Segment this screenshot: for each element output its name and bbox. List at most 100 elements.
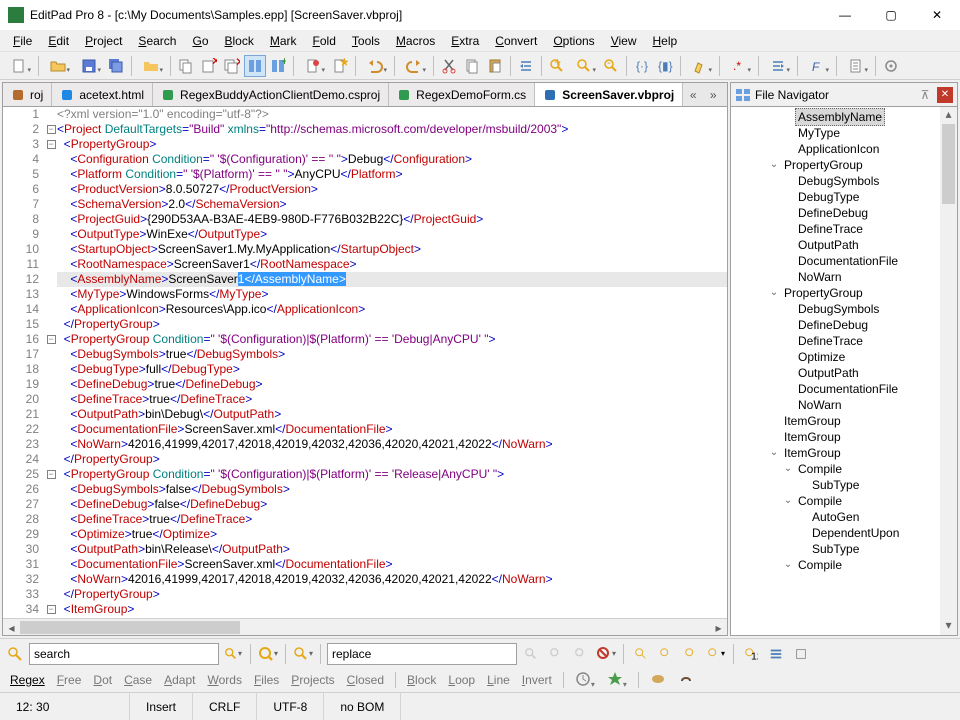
- nav-item[interactable]: MyType: [731, 125, 940, 141]
- nav-item[interactable]: DebugSymbols: [731, 301, 940, 317]
- help-button[interactable]: [674, 670, 698, 691]
- find-next-button[interactable]: ▾: [222, 643, 244, 665]
- nav-item[interactable]: DefineDebug: [731, 205, 940, 221]
- tab-next-button[interactable]: »: [703, 84, 723, 106]
- zoom-out-button[interactable]: -: [600, 55, 622, 77]
- menu-search[interactable]: Search: [131, 32, 183, 50]
- option-projects[interactable]: Projects: [287, 672, 338, 688]
- scroll-left-icon[interactable]: ◂: [3, 619, 20, 636]
- menu-file[interactable]: File: [6, 32, 39, 50]
- minimize-button[interactable]: —: [822, 0, 868, 30]
- nav-item[interactable]: DebugType: [731, 189, 940, 205]
- nav-next-button[interactable]: [680, 643, 702, 665]
- nav-item[interactable]: ⌄Compile: [731, 493, 940, 509]
- menu-macros[interactable]: Macros: [389, 32, 442, 50]
- menu-help[interactable]: Help: [646, 32, 685, 50]
- menu-fold[interactable]: Fold: [306, 32, 343, 50]
- new-file-button[interactable]: [4, 55, 34, 77]
- nav-item[interactable]: DebugSymbols: [731, 173, 940, 189]
- search-icon[interactable]: [4, 643, 26, 665]
- nav-prev-button[interactable]: [655, 643, 677, 665]
- nav-item[interactable]: ItemGroup: [731, 413, 940, 429]
- copy-results-button[interactable]: [790, 643, 812, 665]
- nav-item[interactable]: ⌄PropertyGroup: [731, 285, 940, 301]
- bookmark-star-button[interactable]: ★: [329, 55, 351, 77]
- nav-item[interactable]: ApplicationIcon: [731, 141, 940, 157]
- scroll-right-icon[interactable]: ▸: [710, 619, 727, 636]
- editor[interactable]: 1234567891011121314151617181920212223242…: [3, 107, 727, 618]
- code-area[interactable]: <?xml version="1.0" encoding="utf-8"?><P…: [57, 107, 727, 618]
- nav-item[interactable]: DocumentationFile: [731, 253, 940, 269]
- find-all-button[interactable]: ▾: [292, 643, 314, 665]
- option-invert[interactable]: Invert: [518, 672, 556, 688]
- nav-item[interactable]: DefineTrace: [731, 221, 940, 237]
- tab-list-button[interactable]: ≡: [723, 84, 727, 106]
- nav-item[interactable]: AssemblyName: [731, 109, 940, 125]
- nav-item[interactable]: OutputPath: [731, 237, 940, 253]
- nav-item[interactable]: DefineTrace: [731, 333, 940, 349]
- option-closed[interactable]: Closed: [343, 672, 388, 688]
- menu-convert[interactable]: Convert: [488, 32, 544, 50]
- scroll-thumb[interactable]: [20, 621, 240, 634]
- settings-button[interactable]: [880, 55, 902, 77]
- highlight-button[interactable]: [685, 55, 715, 77]
- nav-item[interactable]: NoWarn: [731, 397, 940, 413]
- menu-go[interactable]: Go: [185, 32, 215, 50]
- menu-view[interactable]: View: [604, 32, 644, 50]
- tab-3[interactable]: RegexDemoForm.cs: [389, 83, 535, 106]
- zoom-in-button[interactable]: +: [546, 55, 568, 77]
- menu-tools[interactable]: Tools: [345, 32, 387, 50]
- maximize-button[interactable]: ▢: [868, 0, 914, 30]
- favorites-button[interactable]: ▾: [603, 670, 631, 691]
- nav-item[interactable]: ⌄Compile: [731, 461, 940, 477]
- tab-2[interactable]: RegexBuddyActionClientDemo.csproj: [153, 83, 389, 106]
- tab-0[interactable]: roj: [3, 83, 52, 106]
- nav-last-button[interactable]: ▾: [705, 643, 727, 665]
- menu-edit[interactable]: Edit: [41, 32, 76, 50]
- status-mode[interactable]: Insert: [130, 693, 193, 720]
- font-button[interactable]: F: [802, 55, 832, 77]
- navigator-pin-button[interactable]: ⊼: [917, 87, 933, 103]
- option-block[interactable]: Block: [403, 672, 440, 688]
- replace-prev-button[interactable]: [545, 643, 567, 665]
- list-button[interactable]: [765, 643, 787, 665]
- option-adapt[interactable]: Adapt: [160, 672, 199, 688]
- nav-item[interactable]: Optimize: [731, 349, 940, 365]
- status-bom[interactable]: no BOM: [324, 693, 401, 720]
- option-dot[interactable]: Dot: [89, 672, 116, 688]
- replace-input[interactable]: [327, 643, 517, 665]
- menu-project[interactable]: Project: [78, 32, 129, 50]
- save-all-button[interactable]: [105, 55, 127, 77]
- count-button[interactable]: 123: [740, 643, 762, 665]
- option-case[interactable]: Case: [120, 672, 156, 688]
- compare-button[interactable]: [244, 55, 266, 77]
- fold-gutter[interactable]: −−−−−: [45, 107, 57, 618]
- close-button[interactable]: ✕: [914, 0, 960, 30]
- paste-button[interactable]: [484, 55, 506, 77]
- save-button[interactable]: [74, 55, 104, 77]
- option-free[interactable]: Free: [53, 672, 86, 688]
- replace-next-button[interactable]: [520, 643, 542, 665]
- tab-prev-button[interactable]: «: [683, 84, 703, 106]
- nav-item[interactable]: AutoGen: [731, 509, 940, 525]
- option-line[interactable]: Line: [483, 672, 514, 688]
- redo-button[interactable]: [399, 55, 429, 77]
- status-eol[interactable]: CRLF: [193, 693, 257, 720]
- bracket-match-button[interactable]: {·}: [631, 55, 653, 77]
- status-encoding[interactable]: UTF-8: [257, 693, 324, 720]
- menu-extra[interactable]: Extra: [444, 32, 486, 50]
- menu-block[interactable]: Block: [218, 32, 261, 50]
- bracket-select-button[interactable]: {▮}: [654, 55, 676, 77]
- replace-all-button[interactable]: [570, 643, 592, 665]
- indent-button[interactable]: [763, 55, 793, 77]
- nav-item[interactable]: ItemGroup: [731, 429, 940, 445]
- nav-item[interactable]: SubType: [731, 477, 940, 493]
- open-project-button[interactable]: [136, 55, 166, 77]
- zoom-reset-button[interactable]: [569, 55, 599, 77]
- nav-item[interactable]: NoWarn: [731, 269, 940, 285]
- nav-item[interactable]: OutputPath: [731, 365, 940, 381]
- nav-item[interactable]: DefineDebug: [731, 317, 940, 333]
- tab-1[interactable]: acetext.html: [52, 83, 153, 106]
- document-button[interactable]: [841, 55, 871, 77]
- regex-tool-button[interactable]: .*: [724, 55, 754, 77]
